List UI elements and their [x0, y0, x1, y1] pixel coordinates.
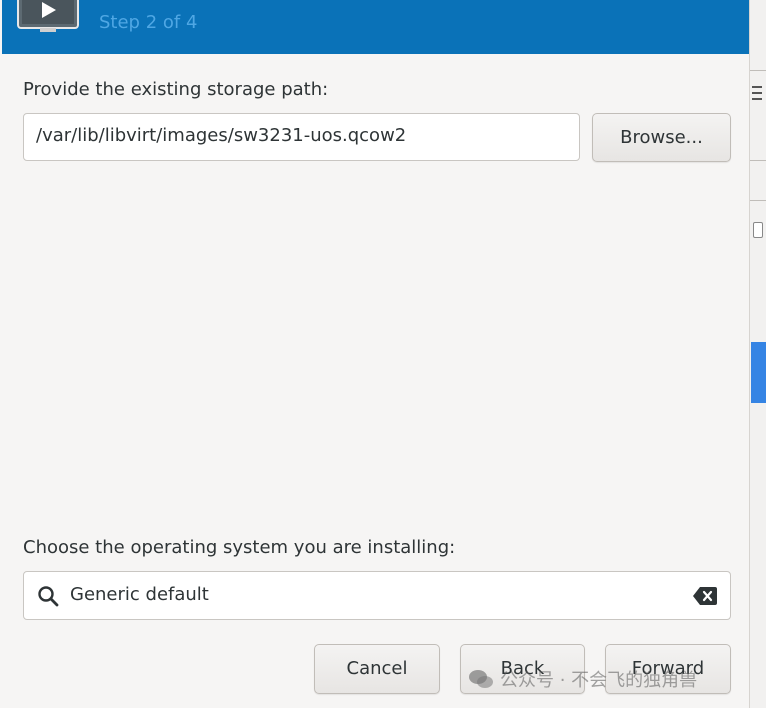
- storage-path-input[interactable]: /var/lib/libvirt/images/sw3231-uos.qcow2: [23, 113, 580, 161]
- bg-selection-highlight: [751, 342, 766, 403]
- watermark-text: 公众号 · 不会飞的独角兽: [500, 670, 698, 691]
- search-icon: [38, 586, 59, 607]
- watermark: 公众号 · 不会飞的独角兽: [468, 666, 697, 692]
- bg-control: [753, 222, 763, 238]
- step-indicator: Step 2 of 4: [99, 12, 198, 33]
- wizard-header: Step 2 of 4: [2, 0, 749, 54]
- browse-button[interactable]: Browse...: [592, 113, 731, 162]
- bg-divider: [750, 70, 766, 71]
- bg-divider: [750, 160, 766, 161]
- cancel-button[interactable]: Cancel: [314, 644, 440, 694]
- bg-divider: [750, 200, 766, 201]
- menu-icon: [752, 86, 762, 100]
- background-window-edge: [749, 0, 766, 708]
- os-search-input[interactable]: Generic default: [23, 571, 731, 620]
- os-search-value: Generic default: [70, 584, 209, 605]
- clear-icon[interactable]: [692, 585, 718, 607]
- storage-path-label: Provide the existing storage path:: [23, 79, 329, 100]
- os-label: Choose the operating system you are inst…: [23, 537, 456, 558]
- monitor-play-icon: [17, 0, 79, 32]
- new-vm-dialog: Step 2 of 4 Provide the existing storage…: [0, 0, 749, 708]
- wechat-icon: [469, 670, 493, 688]
